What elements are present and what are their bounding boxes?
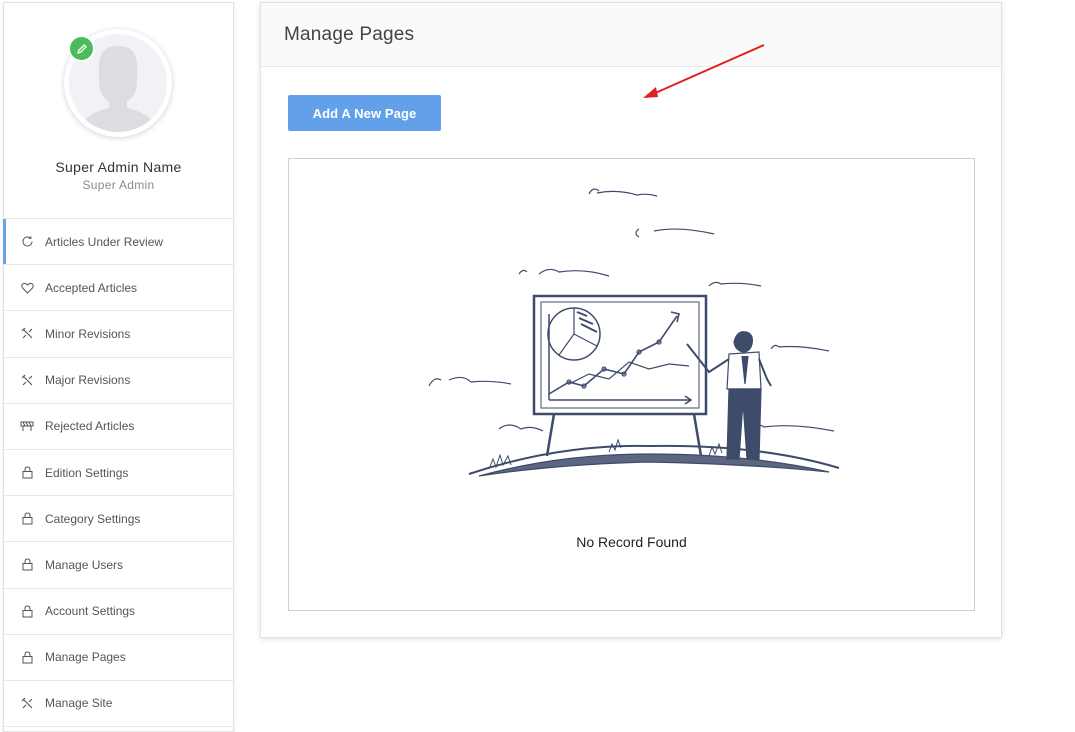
manage-pages-panel: Manage Pages Add A New Page No Record Fo… xyxy=(260,2,1002,638)
empty-state-message: No Record Found xyxy=(576,534,687,550)
lock-icon xyxy=(20,650,34,664)
sidebar-item-label: Category Settings xyxy=(45,511,141,526)
lock-icon xyxy=(20,466,34,480)
sidebar-item-manage-site[interactable]: Manage Site xyxy=(4,681,233,728)
sidebar: Super Admin Name Super Admin Articles Un… xyxy=(3,2,234,732)
tools-icon xyxy=(20,696,34,710)
lock-icon xyxy=(20,558,34,572)
sidebar-item-category-settings[interactable]: Category Settings xyxy=(4,496,233,543)
sidebar-item-accepted-articles[interactable]: Accepted Articles xyxy=(4,265,233,312)
sidebar-item-account-settings[interactable]: Account Settings xyxy=(4,589,233,635)
presentation-illustration-icon xyxy=(428,188,840,477)
profile-name: Super Admin Name xyxy=(55,159,182,175)
sidebar-item-manage-pages[interactable]: Manage Pages xyxy=(4,635,233,681)
sidebar-nav: Articles Under Review Accepted Articles … xyxy=(3,219,233,728)
sidebar-item-edition-settings[interactable]: Edition Settings xyxy=(4,450,233,497)
sidebar-item-label: Minor Revisions xyxy=(45,326,131,341)
sidebar-item-label: Articles Under Review xyxy=(45,234,164,249)
profile-role: Super Admin xyxy=(82,178,155,192)
sidebar-item-major-revisions[interactable]: Major Revisions xyxy=(4,358,233,404)
edit-avatar-button[interactable] xyxy=(68,35,95,62)
tools-icon xyxy=(20,327,34,341)
sidebar-item-label: Manage Users xyxy=(45,557,124,572)
sidebar-item-label: Manage Pages xyxy=(45,650,126,665)
empty-state: No Record Found xyxy=(288,158,975,611)
page-title: Manage Pages xyxy=(284,23,415,45)
sidebar-item-articles-under-review[interactable]: Articles Under Review xyxy=(3,219,233,266)
add-new-page-button[interactable]: Add A New Page xyxy=(288,95,441,131)
sidebar-item-label: Edition Settings xyxy=(45,465,129,480)
sidebar-item-label: Rejected Articles xyxy=(45,419,135,434)
barrier-icon xyxy=(20,419,34,433)
pencil-icon xyxy=(76,43,87,54)
lock-icon xyxy=(20,512,34,526)
sidebar-item-label: Account Settings xyxy=(45,604,136,619)
profile-card: Super Admin Name Super Admin xyxy=(4,3,233,219)
sidebar-item-label: Accepted Articles xyxy=(45,280,138,295)
sidebar-item-label: Major Revisions xyxy=(45,373,131,388)
tools-icon xyxy=(20,373,34,387)
annotation-arrow-icon xyxy=(643,44,765,98)
sidebar-item-label: Manage Site xyxy=(45,696,113,711)
lock-icon xyxy=(20,604,34,618)
sidebar-item-rejected-articles[interactable]: Rejected Articles xyxy=(4,404,233,450)
sidebar-item-manage-users[interactable]: Manage Users xyxy=(4,542,233,589)
refresh-icon xyxy=(20,235,34,249)
heart-icon xyxy=(20,281,34,295)
sidebar-item-minor-revisions[interactable]: Minor Revisions xyxy=(4,311,233,358)
